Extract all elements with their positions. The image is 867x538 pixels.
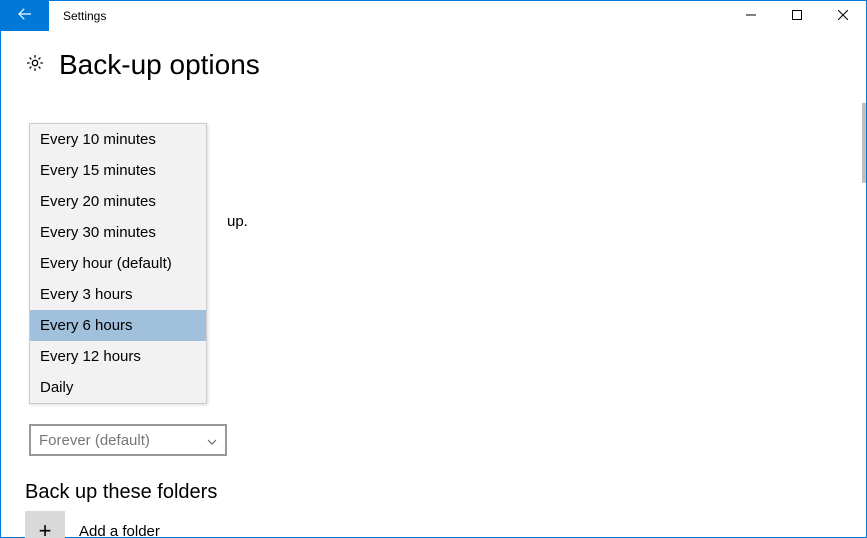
- minimize-button[interactable]: [728, 1, 774, 31]
- page-header: Back-up options: [25, 49, 866, 81]
- page-title: Back-up options: [59, 49, 260, 81]
- add-folder-button[interactable]: + Add a folder: [25, 511, 160, 538]
- scrollbar-track[interactable]: [854, 31, 866, 537]
- chevron-down-icon: [207, 432, 217, 449]
- frequency-option[interactable]: Every 12 hours: [30, 341, 206, 372]
- frequency-option[interactable]: Every 15 minutes: [30, 155, 206, 186]
- frequency-option[interactable]: Every 30 minutes: [30, 217, 206, 248]
- keep-backups-select[interactable]: Forever (default): [29, 424, 227, 456]
- frequency-option[interactable]: Daily: [30, 372, 206, 403]
- minimize-icon: [746, 7, 756, 25]
- add-folder-label: Add a folder: [79, 523, 160, 538]
- close-icon: [838, 7, 848, 25]
- frequency-option[interactable]: Every 20 minutes: [30, 186, 206, 217]
- frequency-option[interactable]: Every hour (default): [30, 248, 206, 279]
- keep-backups-value: Forever (default): [39, 432, 150, 449]
- window-controls: [728, 1, 866, 31]
- titlebar: Settings: [1, 1, 866, 31]
- frequency-option[interactable]: Every 10 minutes: [30, 124, 206, 155]
- back-button[interactable]: [1, 1, 49, 31]
- scrollbar-thumb[interactable]: [862, 103, 866, 183]
- backup-folders-heading: Back up these folders: [25, 481, 217, 504]
- frequency-option[interactable]: Every 3 hours: [30, 279, 206, 310]
- content-area: Back-up options up. Forever (default) Ba…: [25, 49, 866, 537]
- plus-icon: +: [25, 511, 65, 538]
- gear-icon: [25, 53, 45, 78]
- settings-window: Settings: [0, 0, 867, 538]
- window-title: Settings: [49, 1, 106, 31]
- backup-frequency-dropdown[interactable]: Every 10 minutesEvery 15 minutesEvery 20…: [29, 123, 207, 404]
- close-button[interactable]: [820, 1, 866, 31]
- back-arrow-icon: [16, 5, 34, 28]
- maximize-icon: [792, 7, 802, 25]
- frequency-option[interactable]: Every 6 hours: [30, 310, 206, 341]
- maximize-button[interactable]: [774, 1, 820, 31]
- titlebar-spacer: [106, 1, 728, 31]
- obscured-text-fragment: up.: [227, 213, 248, 230]
